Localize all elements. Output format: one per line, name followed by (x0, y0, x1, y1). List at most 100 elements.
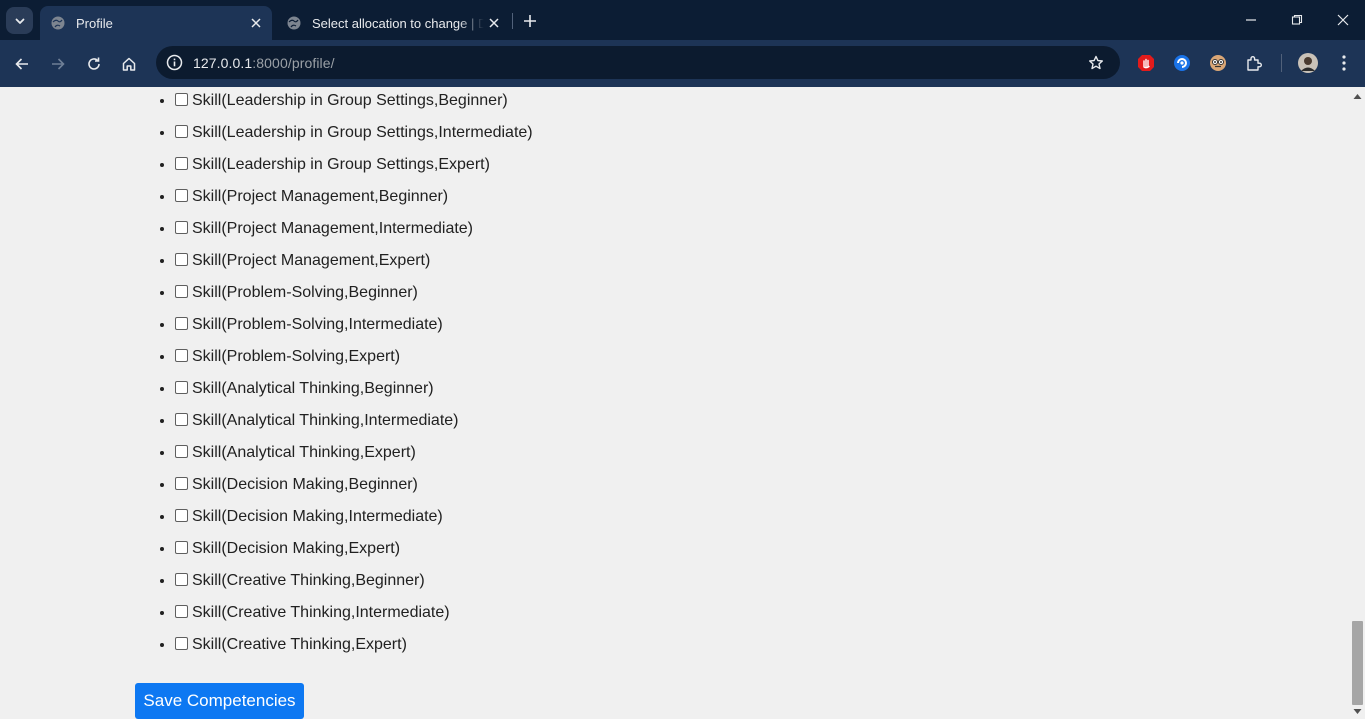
globe-icon (287, 16, 301, 30)
skill-item: Skill(Creative Thinking,Beginner) (175, 567, 533, 599)
skill-checkbox[interactable] (175, 445, 188, 458)
restore-button[interactable] (1285, 8, 1309, 32)
skill-label: Skill(Problem-Solving,Expert) (192, 348, 401, 365)
skill-checkbox[interactable] (175, 637, 188, 650)
skill-label: Skill(Decision Making,Expert) (192, 540, 401, 557)
skill-checkbox[interactable] (175, 349, 188, 362)
close-icon[interactable] (484, 13, 504, 33)
skill-label: Skill(Creative Thinking,Beginner) (192, 572, 425, 589)
plus-icon (524, 15, 536, 27)
skill-checkbox[interactable] (175, 285, 188, 298)
skill-item: Skill(Decision Making,Intermediate) (175, 503, 533, 535)
close-window-button[interactable] (1331, 8, 1355, 32)
globe-icon (51, 16, 65, 30)
reload-icon (88, 57, 100, 70)
skill-item: Skill(Problem-Solving,Beginner) (175, 279, 533, 311)
skill-item: Skill(Analytical Thinking,Expert) (175, 439, 533, 471)
extension-adblock-icon[interactable] (1135, 52, 1157, 74)
skill-checkbox[interactable] (175, 317, 188, 330)
skill-checkbox[interactable] (175, 221, 188, 234)
star-icon[interactable] (1086, 53, 1106, 73)
page-scrollbar[interactable] (1350, 87, 1365, 719)
skill-checkbox[interactable] (175, 157, 188, 170)
tab-title: Select allocation to change | Dja (312, 15, 484, 31)
skill-item: Skill(Leadership in Group Settings,Exper… (175, 151, 533, 183)
tab-divider (512, 13, 513, 29)
skill-label: Skill(Project Management,Beginner) (192, 188, 449, 205)
skill-checkbox[interactable] (175, 413, 188, 426)
profile-avatar[interactable] (1297, 52, 1319, 74)
skill-checkbox[interactable] (175, 93, 188, 106)
skill-item: Skill(Decision Making,Beginner) (175, 471, 533, 503)
skill-item: Skill(Problem-Solving,Intermediate) (175, 311, 533, 343)
skill-label: Skill(Creative Thinking,Intermediate) (192, 604, 450, 621)
skill-label: Skill(Decision Making,Beginner) (192, 476, 418, 493)
tab-search-button[interactable] (6, 7, 33, 34)
skill-label: Skill(Problem-Solving,Intermediate) (192, 316, 443, 333)
minimize-icon (1246, 19, 1256, 21)
back-button[interactable] (9, 51, 35, 77)
browser-menu-button[interactable] (1333, 52, 1355, 74)
skill-checkbox[interactable] (175, 381, 188, 394)
url-host: 127.0.0.1 (193, 54, 253, 71)
toolbar-divider (1281, 54, 1282, 72)
skill-item: Skill(Project Management,Expert) (175, 247, 533, 279)
skill-label: Skill(Leadership in Group Settings,Exper… (192, 156, 490, 173)
restore-icon (1291, 14, 1303, 25)
browser-toolbar: 127.0.0.1:8000/profile/ (0, 40, 1365, 87)
back-arrow-icon (15, 58, 28, 70)
skill-label: Skill(Creative Thinking,Expert) (192, 636, 407, 653)
scroll-down-arrow-icon[interactable] (1353, 707, 1362, 716)
skill-label: Skill(Leadership in Group Settings,Begin… (192, 92, 508, 109)
minimize-button[interactable] (1239, 8, 1263, 32)
home-button[interactable] (116, 51, 142, 77)
forward-arrow-icon (52, 58, 65, 70)
skill-checkbox[interactable] (175, 573, 188, 586)
new-tab-button[interactable] (518, 9, 542, 33)
skill-item: Skill(Project Management,Beginner) (175, 183, 533, 215)
skill-label: Skill(Leadership in Group Settings,Inter… (192, 124, 533, 141)
url-text: 127.0.0.1:8000/profile/ (193, 55, 335, 71)
reload-button[interactable] (81, 51, 107, 77)
extension-icon[interactable] (1243, 52, 1265, 74)
skill-label: Skill(Project Management,Expert) (192, 252, 431, 269)
close-icon (1337, 14, 1349, 26)
skill-checkbox[interactable] (175, 189, 188, 202)
site-info-icon[interactable] (164, 53, 184, 73)
skill-list: Skill(Leadership in Group Settings,Begin… (159, 87, 533, 663)
chevron-down-icon (15, 18, 24, 24)
tab-profile[interactable]: Profile (40, 6, 272, 40)
address-bar[interactable]: 127.0.0.1:8000/profile/ (156, 46, 1120, 79)
kebab-menu-icon (1342, 55, 1346, 71)
extension-face-icon[interactable] (1207, 52, 1229, 74)
skill-item: Skill(Leadership in Group Settings,Begin… (175, 87, 533, 119)
skill-checkbox[interactable] (175, 477, 188, 490)
skill-item: Skill(Creative Thinking,Expert) (175, 631, 533, 663)
tab-allocation[interactable]: Select allocation to change | Dja (276, 6, 510, 40)
scroll-up-arrow-icon[interactable] (1353, 92, 1362, 101)
home-icon (122, 57, 136, 71)
skill-item: Skill(Decision Making,Expert) (175, 535, 533, 567)
skill-label: Skill(Analytical Thinking,Beginner) (192, 380, 434, 397)
scrollbar-thumb[interactable] (1352, 621, 1363, 705)
page-content: Skill(Leadership in Group Settings,Begin… (0, 87, 1350, 719)
tab-title: Profile (76, 15, 113, 31)
extension-blue-icon[interactable] (1171, 52, 1193, 74)
skill-checkbox[interactable] (175, 125, 188, 138)
skill-checkbox[interactable] (175, 605, 188, 618)
skill-checkbox[interactable] (175, 509, 188, 522)
skill-label: Skill(Analytical Thinking,Expert) (192, 444, 416, 461)
skill-item: Skill(Analytical Thinking,Intermediate) (175, 407, 533, 439)
skill-item: Skill(Problem-Solving,Expert) (175, 343, 533, 375)
tab-strip: Profile Select allocation to change | Dj… (0, 0, 1365, 40)
save-competencies-button[interactable]: Save Competencies (135, 683, 304, 719)
url-path: :8000/profile/ (252, 54, 335, 71)
skill-item: Skill(Creative Thinking,Intermediate) (175, 599, 533, 631)
skill-checkbox[interactable] (175, 541, 188, 554)
skill-item: Skill(Leadership in Group Settings,Inter… (175, 119, 533, 151)
skill-checkbox[interactable] (175, 253, 188, 266)
skill-item: Skill(Project Management,Intermediate) (175, 215, 533, 247)
close-icon[interactable] (246, 13, 266, 33)
forward-button[interactable] (45, 51, 71, 77)
skill-label: Skill(Problem-Solving,Beginner) (192, 284, 418, 301)
